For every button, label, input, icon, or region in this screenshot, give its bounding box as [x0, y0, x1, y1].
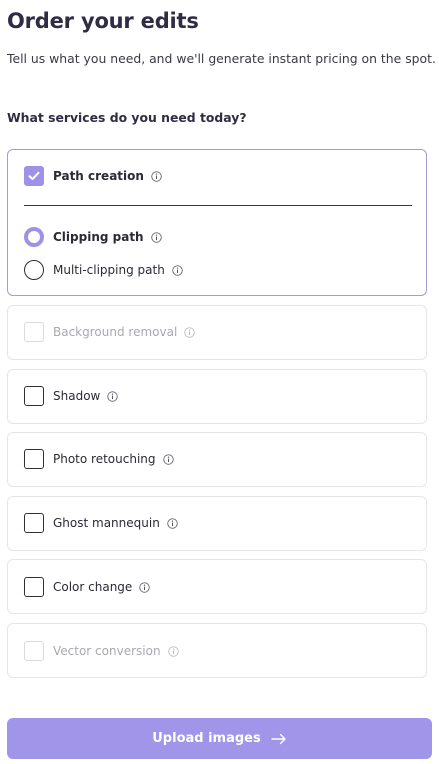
service-card-shadow: Shadow: [7, 369, 427, 424]
service-card-photo-retouching: Photo retouching: [7, 432, 427, 487]
vector-conversion-label: Vector conversion: [53, 644, 161, 658]
shadow-label: Shadow: [53, 389, 101, 403]
service-card-path-creation: Path creation Clipping path Multi-clippi…: [7, 149, 427, 296]
info-icon[interactable]: [107, 390, 119, 402]
info-icon[interactable]: [162, 453, 174, 465]
multi-clipping-path-radio[interactable]: [24, 260, 44, 280]
checkmark-icon: [28, 171, 40, 180]
info-icon[interactable]: [184, 326, 195, 338]
clipping-path-radio[interactable]: [24, 227, 44, 247]
info-icon[interactable]: [167, 645, 179, 657]
path-creation-checkbox[interactable]: [24, 166, 44, 186]
color-change-checkbox[interactable]: [24, 577, 44, 597]
info-icon[interactable]: [139, 581, 150, 593]
order-edits-page: Order your edits Tell us what you need, …: [0, 0, 439, 764]
shadow-option[interactable]: Shadow: [24, 386, 119, 406]
clipping-path-label: Clipping path: [53, 230, 144, 244]
page-subtitle: Tell us what you need, and we'll generat…: [7, 51, 436, 66]
path-creation-label: Path creation: [53, 169, 144, 183]
upload-images-button[interactable]: Upload images: [7, 718, 432, 759]
services-question: What services do you need today?: [7, 110, 247, 125]
path-creation-option[interactable]: Path creation: [24, 166, 162, 186]
service-card-ghost-mannequin: Ghost mannequin: [7, 496, 427, 551]
info-icon[interactable]: [150, 231, 162, 243]
info-icon[interactable]: [151, 170, 162, 182]
background-removal-label: Background removal: [53, 325, 178, 339]
path-options-divider: [24, 205, 412, 206]
ghost-mannequin-label: Ghost mannequin: [53, 516, 160, 530]
ghost-mannequin-option[interactable]: Ghost mannequin: [24, 513, 178, 533]
shadow-checkbox[interactable]: [24, 386, 44, 406]
clipping-path-option[interactable]: Clipping path: [24, 227, 162, 247]
arrow-right-icon: [271, 733, 286, 744]
multi-clipping-path-label: Multi-clipping path: [53, 263, 165, 277]
vector-conversion-checkbox[interactable]: [24, 641, 44, 661]
vector-conversion-option[interactable]: Vector conversion: [24, 641, 179, 661]
upload-images-label: Upload images: [152, 731, 261, 746]
photo-retouching-option[interactable]: Photo retouching: [24, 449, 174, 469]
info-icon[interactable]: [172, 264, 183, 276]
background-removal-checkbox[interactable]: [24, 322, 44, 342]
color-change-option[interactable]: Color change: [24, 577, 150, 597]
service-card-background-removal: Background removal: [7, 305, 427, 360]
service-card-vector-conversion: Vector conversion: [7, 623, 427, 678]
multi-clipping-path-option[interactable]: Multi-clipping path: [24, 260, 183, 280]
color-change-label: Color change: [53, 580, 133, 594]
info-icon[interactable]: [167, 517, 178, 529]
page-title: Order your edits: [7, 9, 199, 33]
service-card-color-change: Color change: [7, 559, 427, 614]
photo-retouching-checkbox[interactable]: [24, 449, 44, 469]
photo-retouching-label: Photo retouching: [53, 452, 156, 466]
ghost-mannequin-checkbox[interactable]: [24, 513, 44, 533]
background-removal-option[interactable]: Background removal: [24, 322, 195, 342]
